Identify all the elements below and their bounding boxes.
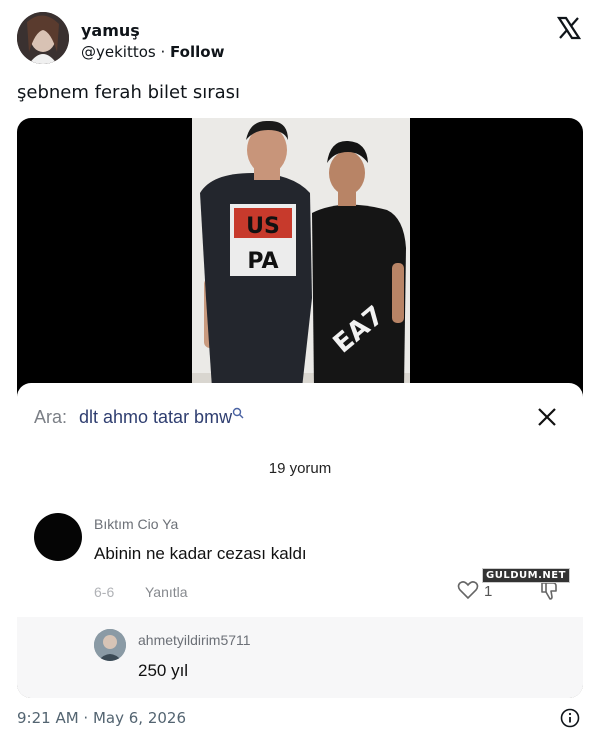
tweet-text: şebnem ferah bilet sırası bbox=[17, 82, 241, 103]
author-handle[interactable]: @yekittos bbox=[81, 43, 156, 61]
tweet-header: yamuş @yekittos · Follow bbox=[17, 12, 583, 66]
author-avatar[interactable] bbox=[17, 12, 69, 64]
author-display-name[interactable]: yamuş bbox=[81, 21, 140, 40]
tweet-media[interactable]: US PA EA7 Ara: dlt ahmo tatar bmw 19 yor… bbox=[17, 118, 583, 698]
search-query[interactable]: dlt ahmo tatar bmw bbox=[79, 407, 244, 428]
tweet-timestamp[interactable]: 9:21 AM · May 6, 2026 bbox=[17, 709, 186, 727]
search-label: Ara: bbox=[34, 407, 68, 427]
comment-text: Abinin ne kadar cezası kaldı bbox=[94, 544, 307, 563]
comment-date: 6-6 bbox=[94, 584, 115, 600]
commenter-name[interactable]: Bıktım Cio Ya bbox=[94, 516, 178, 532]
reply-text: 250 yıl bbox=[138, 661, 189, 680]
replier-name[interactable]: ahmetyildirim5711 bbox=[138, 632, 251, 648]
separator: · bbox=[155, 43, 171, 61]
author-handle-line: @yekittos · Follow bbox=[81, 43, 224, 61]
commenter-avatar[interactable] bbox=[34, 513, 82, 561]
heart-icon[interactable] bbox=[457, 580, 479, 600]
search-icon[interactable] bbox=[232, 407, 244, 427]
follow-button[interactable]: Follow bbox=[170, 43, 224, 61]
comments-panel: Ara: dlt ahmo tatar bmw 19 yorum Bıktım … bbox=[17, 383, 583, 698]
shirt-text-pa: PA bbox=[247, 249, 278, 274]
photo: US PA EA7 bbox=[192, 118, 410, 388]
close-icon[interactable] bbox=[536, 406, 558, 428]
x-logo-icon[interactable] bbox=[556, 16, 582, 40]
comment-count: 19 yorum bbox=[268, 460, 332, 477]
info-icon[interactable] bbox=[560, 708, 580, 728]
shirt-text-us: US bbox=[246, 214, 280, 239]
replier-avatar[interactable] bbox=[94, 629, 126, 661]
watermark: GULDUM.NET bbox=[482, 568, 570, 583]
reply-button[interactable]: Yanıtla bbox=[145, 584, 188, 600]
reply-comment: ahmetyildirim5711 250 yıl bbox=[17, 617, 583, 698]
like-count: 1 bbox=[484, 583, 493, 600]
